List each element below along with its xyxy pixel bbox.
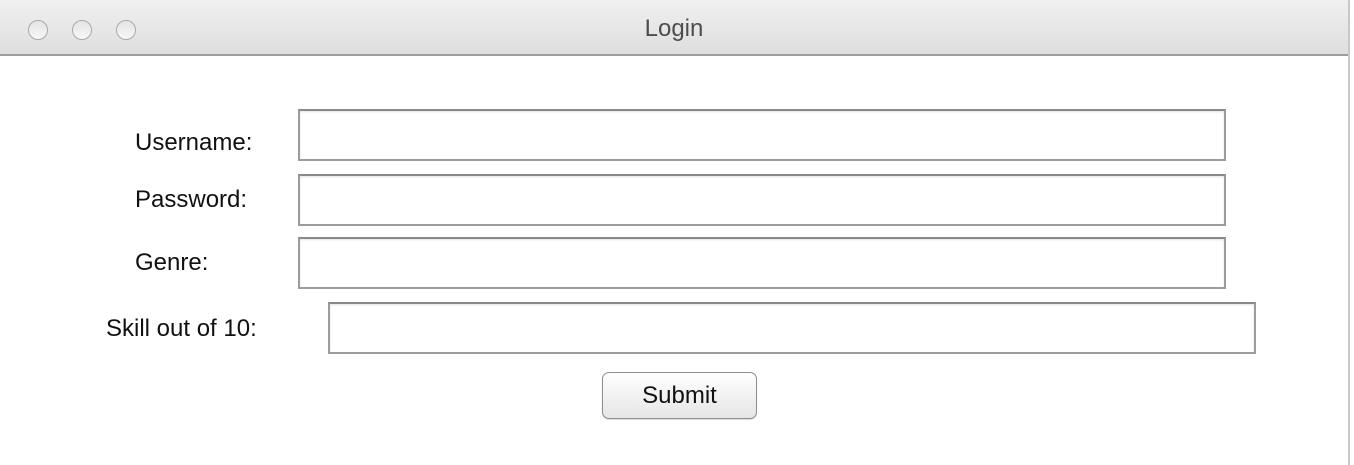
- genre-field[interactable]: [298, 237, 1226, 289]
- window-title: Login: [644, 15, 704, 42]
- password-field[interactable]: [298, 174, 1226, 226]
- genre-label: Genre:: [135, 249, 209, 276]
- skill-field[interactable]: [328, 302, 1256, 354]
- password-label: Password:: [135, 186, 248, 213]
- title-bar[interactable]: Login: [0, 0, 1348, 56]
- submit-button[interactable]: Submit: [602, 372, 757, 419]
- username-field[interactable]: [298, 109, 1226, 161]
- skill-label: Skill out of 10:: [106, 315, 257, 342]
- login-window: Login Username: Password: Genre: Skill o…: [0, 0, 1350, 465]
- username-label: Username:: [135, 129, 253, 156]
